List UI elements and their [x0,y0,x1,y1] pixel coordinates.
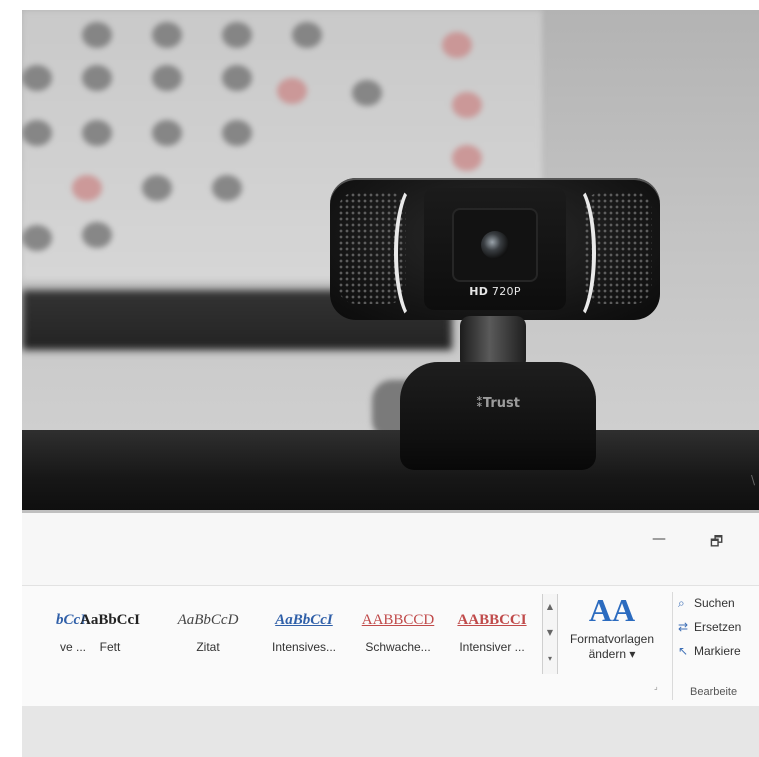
replace-button[interactable]: ⇄ Ersetzen [678,616,759,640]
webcam-brand-logo: ⁑Trust [476,396,520,411]
change-styles-button[interactable]: AA Formatvorlagen ändern ▾ [560,592,664,662]
cursor-icon: ↖ [678,644,689,658]
monitor-bezel [22,430,759,510]
title-bar: — 🗗 [22,513,759,585]
styles-a-icon: AA [588,592,636,628]
webcam-resolution-label: HD 720P [469,285,521,298]
change-styles-label-2: ändern ▾ [588,647,636,661]
editing-group-title: Bearbeite [690,686,738,698]
style-item[interactable]: AABBCCI Intensiver ... [446,612,538,654]
replace-icon: ⇄ [678,620,689,634]
select-button[interactable]: ↖ Markiere [678,640,759,664]
webcam-face: HD 720P [424,188,566,310]
style-item[interactable]: AaBbCcI Intensives... [258,612,350,654]
style-item[interactable]: AaBbCcI Fett [64,612,156,654]
document-area [22,706,759,757]
style-name: Fett [99,640,121,654]
style-sample: AaBbCcI [79,612,140,628]
styles-gallery-scroller[interactable]: ▲ ▼ ▾ [542,594,558,674]
restore-button[interactable]: 🗗 [710,531,723,555]
word-window: — 🗗 bCcI ve ... AaBbCcI Fett AaBbCcD Zitat AaB… [22,513,759,757]
style-item[interactable]: AABBCCD Schwache... [352,612,444,654]
scroll-up-icon[interactable]: ▲ [543,594,557,620]
scroll-down-icon[interactable]: ▼ [543,620,557,646]
styles-dialog-launcher-icon[interactable]: ⌟ [654,682,658,691]
style-sample: AaBbCcD [177,612,239,628]
style-name: Intensives... [271,640,337,654]
style-name: Zitat [196,640,220,654]
group-separator [672,592,673,700]
binoculars-icon: ⌕ [678,596,685,610]
style-sample: AaBbCcI [275,612,333,628]
webcam-body: HD 720P [330,178,660,324]
style-sample: AABBCCI [457,612,527,628]
style-item[interactable]: AaBbCcD Zitat [162,612,254,654]
search-button[interactable]: ⌕ Suchen [678,592,759,616]
webcam-clip: ⁑Trust [400,362,596,470]
webcam-lens [481,231,509,259]
style-name: Schwache... [365,640,431,654]
style-sample: AABBCCD [361,612,435,628]
editing-group: ⌕ Suchen ⇄ Ersetzen ↖ Markiere [678,592,759,664]
style-name: Intensiver ... [459,640,525,654]
photo: \ HD 720P ⁑Trust — 🗗 bCcI ve ... AaBbCcI Fe… [22,10,759,757]
ribbon: bCcI ve ... AaBbCcI Fett AaBbCcD Zitat AaBbCcI… [22,585,759,707]
change-styles-label-1: Formatvorlagen [569,632,655,646]
gallery-more-icon[interactable]: ▾ [543,646,557,672]
monitor-logo-mark: \ [751,473,756,487]
minimize-button[interactable]: — [652,531,666,547]
webcam-lens-housing [454,210,536,280]
